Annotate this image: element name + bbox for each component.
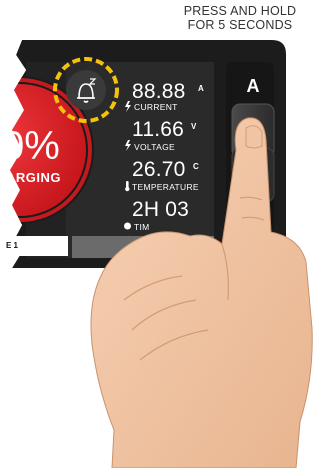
mode-tab-1[interactable]: E 1	[0, 236, 68, 256]
time-label: TIM	[134, 222, 150, 232]
current-unit: A	[198, 84, 204, 93]
current-label: CURRENT	[134, 102, 178, 112]
time-value: 2H 03	[132, 198, 190, 221]
charge-percent: 0%	[2, 124, 60, 168]
temperature-unit: C	[193, 162, 199, 171]
temperature-label: TEMPERATURE	[132, 182, 199, 192]
voltage-unit: V	[191, 122, 197, 131]
voltage-label: VOLTAGE	[134, 142, 175, 152]
current-value: 88.88	[132, 80, 186, 103]
charger-device	[0, 38, 313, 468]
button-a-label[interactable]: A	[240, 76, 266, 97]
charging-label: ARGING	[6, 170, 61, 185]
voltage-value: 11.66	[132, 118, 184, 141]
clock-icon	[124, 222, 131, 230]
temperature-value: 26.70	[132, 158, 186, 181]
